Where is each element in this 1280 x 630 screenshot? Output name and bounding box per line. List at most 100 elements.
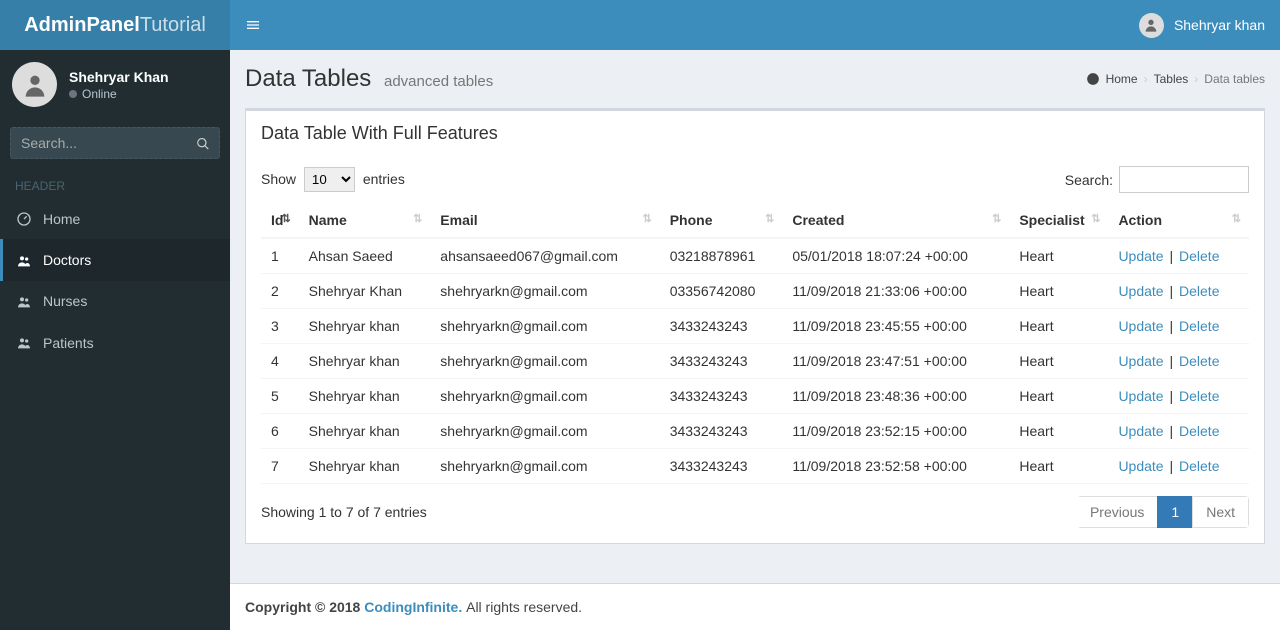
user-name-top: Shehryar khan bbox=[1174, 17, 1265, 33]
cell-email: shehryarkn@gmail.com bbox=[430, 309, 659, 344]
search-icon bbox=[196, 137, 210, 151]
box-title: Data Table With Full Features bbox=[246, 111, 1264, 156]
update-link[interactable]: Update bbox=[1118, 248, 1163, 264]
sort-icon: ⇅ bbox=[765, 212, 774, 225]
cell-id: 4 bbox=[261, 344, 299, 379]
column-phone[interactable]: Phone⇅ bbox=[660, 203, 783, 238]
table-row: 7Shehryar khanshehryarkn@gmail.com343324… bbox=[261, 449, 1249, 484]
cell-id: 6 bbox=[261, 414, 299, 449]
cell-action: Update | Delete bbox=[1108, 344, 1249, 379]
users-icon bbox=[15, 334, 33, 351]
cell-id: 3 bbox=[261, 309, 299, 344]
cell-action: Update | Delete bbox=[1108, 414, 1249, 449]
breadcrumb-active: Data tables bbox=[1204, 72, 1265, 86]
cell-phone: 3433243243 bbox=[660, 449, 783, 484]
users-icon bbox=[15, 293, 33, 310]
delete-link[interactable]: Delete bbox=[1179, 388, 1219, 404]
cell-created: 11/09/2018 23:48:36 +00:00 bbox=[782, 379, 1009, 414]
column-id[interactable]: Id⇅ bbox=[261, 203, 299, 238]
cell-specialist: Heart bbox=[1009, 238, 1108, 274]
cell-id: 7 bbox=[261, 449, 299, 484]
table-row: 4Shehryar khanshehryarkn@gmail.com343324… bbox=[261, 344, 1249, 379]
pagination-page-1[interactable]: 1 bbox=[1157, 496, 1193, 528]
cell-specialist: Heart bbox=[1009, 414, 1108, 449]
delete-link[interactable]: Delete bbox=[1179, 318, 1219, 334]
table-row: 1Ahsan Saeedahsansaeed067@gmail.com03218… bbox=[261, 238, 1249, 274]
avatar-small bbox=[1139, 13, 1164, 38]
breadcrumb-tables[interactable]: Tables bbox=[1154, 72, 1189, 86]
update-link[interactable]: Update bbox=[1118, 283, 1163, 299]
page-title: Data Tables advanced tables bbox=[245, 65, 493, 93]
sidebar-item-home[interactable]: Home bbox=[0, 198, 230, 239]
search-button[interactable] bbox=[196, 135, 210, 151]
table-row: 6Shehryar khanshehryarkn@gmail.com343324… bbox=[261, 414, 1249, 449]
cell-created: 11/09/2018 23:45:55 +00:00 bbox=[782, 309, 1009, 344]
column-name[interactable]: Name⇅ bbox=[299, 203, 431, 238]
cell-name: Ahsan Saeed bbox=[299, 238, 431, 274]
delete-link[interactable]: Delete bbox=[1179, 283, 1219, 299]
table-search-input[interactable] bbox=[1119, 166, 1249, 193]
sort-icon: ⇅ bbox=[992, 212, 1001, 225]
cell-created: 11/09/2018 23:47:51 +00:00 bbox=[782, 344, 1009, 379]
sidebar-item-doctors[interactable]: Doctors bbox=[0, 239, 230, 280]
cell-phone: 03356742080 bbox=[660, 274, 783, 309]
footer-brand-link[interactable]: CodingInfinite. bbox=[364, 599, 462, 615]
update-link[interactable]: Update bbox=[1118, 318, 1163, 334]
logo[interactable]: AdminPanelTutorial bbox=[0, 0, 230, 50]
cell-name: Shehryar khan bbox=[299, 449, 431, 484]
users-icon bbox=[15, 251, 33, 268]
cell-created: 11/09/2018 21:33:06 +00:00 bbox=[782, 274, 1009, 309]
sort-icon: ⇅ bbox=[642, 212, 651, 225]
table-row: 3Shehryar khanshehryarkn@gmail.com343324… bbox=[261, 309, 1249, 344]
update-link[interactable]: Update bbox=[1118, 423, 1163, 439]
cell-action: Update | Delete bbox=[1108, 238, 1249, 274]
column-action[interactable]: Action⇅ bbox=[1108, 203, 1249, 238]
cell-specialist: Heart bbox=[1009, 449, 1108, 484]
cell-specialist: Heart bbox=[1009, 309, 1108, 344]
update-link[interactable]: Update bbox=[1118, 458, 1163, 474]
cell-name: Shehryar Khan bbox=[299, 274, 431, 309]
table-row: 2Shehryar Khanshehryarkn@gmail.com033567… bbox=[261, 274, 1249, 309]
sidebar-header: HEADER bbox=[0, 167, 230, 198]
pagination-previous[interactable]: Previous bbox=[1077, 496, 1158, 528]
pagination-next[interactable]: Next bbox=[1192, 496, 1249, 528]
user-menu[interactable]: Shehryar khan bbox=[1139, 13, 1265, 38]
sidebar-search-input[interactable] bbox=[10, 127, 220, 159]
column-created[interactable]: Created⇅ bbox=[782, 203, 1009, 238]
cell-email: shehryarkn@gmail.com bbox=[430, 344, 659, 379]
cell-specialist: Heart bbox=[1009, 344, 1108, 379]
sort-icon: ⇅ bbox=[413, 212, 422, 225]
cell-action: Update | Delete bbox=[1108, 309, 1249, 344]
sidebar-item-nurses[interactable]: Nurses bbox=[0, 281, 230, 322]
cell-phone: 3433243243 bbox=[660, 414, 783, 449]
cell-email: shehryarkn@gmail.com bbox=[430, 449, 659, 484]
length-select[interactable]: 102550100 bbox=[304, 167, 355, 192]
update-link[interactable]: Update bbox=[1118, 388, 1163, 404]
update-link[interactable]: Update bbox=[1118, 353, 1163, 369]
delete-link[interactable]: Delete bbox=[1179, 353, 1219, 369]
column-specialist[interactable]: Specialist⇅ bbox=[1009, 203, 1108, 238]
delete-link[interactable]: Delete bbox=[1179, 423, 1219, 439]
sidebar-item-patients[interactable]: Patients bbox=[0, 322, 230, 363]
cell-created: 11/09/2018 23:52:15 +00:00 bbox=[782, 414, 1009, 449]
column-email[interactable]: Email⇅ bbox=[430, 203, 659, 238]
delete-link[interactable]: Delete bbox=[1179, 248, 1219, 264]
cell-id: 1 bbox=[261, 238, 299, 274]
sidebar-toggle[interactable] bbox=[245, 16, 261, 34]
sidebar-item-label: Home bbox=[43, 211, 80, 227]
table-info: Showing 1 to 7 of 7 entries bbox=[261, 504, 427, 520]
table-row: 5Shehryar khanshehryarkn@gmail.com343324… bbox=[261, 379, 1249, 414]
breadcrumb: Home › Tables › Data tables bbox=[1086, 72, 1265, 86]
delete-link[interactable]: Delete bbox=[1179, 458, 1219, 474]
status-dot-icon bbox=[69, 90, 77, 98]
sidebar-item-label: Doctors bbox=[43, 252, 91, 268]
breadcrumb-home[interactable]: Home bbox=[1106, 72, 1138, 86]
cell-phone: 3433243243 bbox=[660, 379, 783, 414]
table-search-label: Search: bbox=[1065, 172, 1113, 188]
sidebar-user-name: Shehryar Khan bbox=[69, 69, 169, 85]
user-icon bbox=[1143, 17, 1159, 33]
page-subtitle: advanced tables bbox=[384, 73, 493, 90]
cell-action: Update | Delete bbox=[1108, 274, 1249, 309]
sidebar-user-status: Online bbox=[69, 87, 169, 101]
cell-name: Shehryar khan bbox=[299, 344, 431, 379]
